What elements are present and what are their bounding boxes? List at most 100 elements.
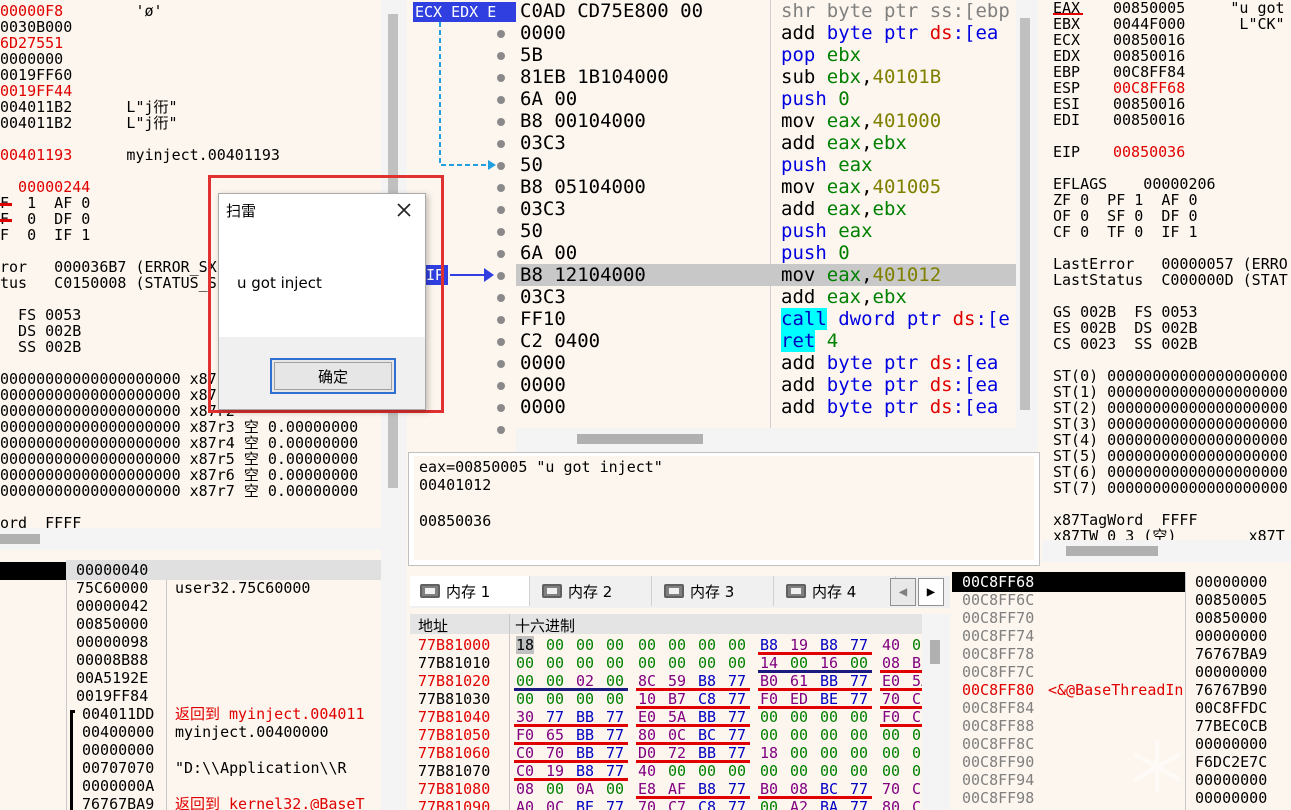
memory-byte[interactable]: 40 <box>638 762 656 780</box>
stack-address[interactable]: 00C8FF94 <box>962 772 1034 788</box>
breakpoint-dot[interactable] <box>497 316 505 324</box>
stack-value[interactable]: 00000042 <box>76 598 148 614</box>
breakpoint-dot[interactable] <box>497 96 505 104</box>
disasm-row[interactable]: 6A 00 push 0 <box>516 242 1016 264</box>
tab-next-icon[interactable]: ▶ <box>918 578 944 606</box>
breakpoint-dot[interactable] <box>497 338 505 346</box>
disasm-row[interactable]: FF10 call dword ptr ds:[e <box>516 308 1016 330</box>
memory-byte[interactable]: 00 <box>698 762 716 780</box>
breakpoint-dot[interactable] <box>497 118 505 126</box>
memory-byte[interactable]: 00 <box>728 654 746 672</box>
memory-byte[interactable]: 00 <box>850 744 868 762</box>
stack-address[interactable]: 00C8FF90 <box>962 754 1034 770</box>
dialog-titlebar[interactable]: 扫雷 <box>219 194 425 226</box>
stack-address[interactable]: 00C8FF6C <box>962 592 1034 608</box>
disasm-row[interactable]: 03C3 add eax,ebx <box>516 198 1016 220</box>
stack-value[interactable]: 00A5192E <box>76 670 148 686</box>
memory-byte[interactable]: 00 <box>546 636 564 654</box>
stack-value[interactable]: 0019FF84 <box>76 688 148 704</box>
memory-byte[interactable]: 00 <box>546 690 564 708</box>
memory-byte[interactable]: 00 <box>516 690 534 708</box>
memory-byte[interactable]: 00 <box>546 654 564 672</box>
memory-tab-4[interactable]: 内存 4 <box>776 576 896 606</box>
register-row[interactable]: EBP 00C8FF84 <box>1053 64 1185 80</box>
memory-byte[interactable]: 00 <box>638 636 656 654</box>
disasm-row[interactable]: 81EB 1B104000 sub ebx,40101B <box>516 66 1016 88</box>
stack-value[interactable]: 76767BA9 <box>1195 646 1267 662</box>
breakpoint-dot[interactable] <box>497 294 505 302</box>
stack-address[interactable]: 00C8FF88 <box>962 718 1034 734</box>
register-row[interactable]: ESI 00850016 <box>1053 96 1185 112</box>
disasm-row[interactable]: 5B pop ebx <box>516 44 1016 66</box>
stack-value[interactable]: 00850000 <box>1195 610 1267 626</box>
memory-byte[interactable]: 00 <box>668 762 686 780</box>
memory-byte[interactable]: 00 <box>790 762 808 780</box>
register-row[interactable]: EDI 00850016 <box>1053 112 1185 128</box>
disasm-row[interactable]: 0000 add byte ptr ds:[ea <box>516 396 1016 418</box>
register-row[interactable]: EBX 0044F000 L"CK" <box>1053 16 1285 32</box>
breakpoint-dot[interactable] <box>497 404 505 412</box>
memory-byte[interactable]: 00 <box>882 762 900 780</box>
memory-byte[interactable]: 18 <box>516 636 535 654</box>
disasm-row[interactable]: 03C3 add eax,ebx <box>516 132 1016 154</box>
memory-byte[interactable]: 00 <box>576 654 594 672</box>
memory-tab-2[interactable]: 内存 2 <box>532 576 652 606</box>
memory-byte[interactable]: 00 <box>516 654 534 672</box>
disasm-vscroll-thumb[interactable] <box>1020 18 1030 410</box>
stack-value[interactable]: 00707070 <box>82 760 154 776</box>
breakpoint-dot[interactable] <box>497 74 505 82</box>
memory-byte[interactable]: 77 <box>850 798 868 810</box>
breakpoint-dot[interactable] <box>497 250 505 258</box>
memory-byte[interactable]: 00 <box>790 726 808 744</box>
memory-byte[interactable]: 00 <box>668 654 686 672</box>
memory-byte[interactable]: 00 <box>850 726 868 744</box>
stack-value[interactable]: 00000000 <box>1195 664 1267 680</box>
memory-byte[interactable]: 00 <box>760 762 778 780</box>
memory-byte[interactable]: 00 <box>638 654 656 672</box>
stack-value[interactable]: 00850005 <box>1195 592 1267 608</box>
memory-byte[interactable]: 40 <box>882 636 900 654</box>
breakpoint-dot[interactable] <box>497 426 505 434</box>
memory-byte[interactable]: 00 <box>820 744 838 762</box>
disasm-row[interactable]: B8 00104000 mov eax,401000 <box>516 110 1016 132</box>
memory-byte[interactable]: 00 <box>698 636 716 654</box>
memory-byte[interactable]: 00 <box>606 780 624 798</box>
memory-byte[interactable]: 00 <box>850 708 868 726</box>
memory-byte[interactable]: 00 <box>820 762 838 780</box>
stack-address[interactable]: 00C8FF68 <box>962 574 1034 590</box>
stack-value[interactable]: 00000000 <box>1195 736 1267 752</box>
memory-byte[interactable]: 00 <box>760 798 778 810</box>
stack-address[interactable]: 00C8FF84 <box>962 700 1034 716</box>
stack-address[interactable]: 00C8FF98 <box>962 790 1034 806</box>
disasm-row[interactable]: B8 05104000 mov eax,401005 <box>516 176 1016 198</box>
disasm-row[interactable]: 50 push eax <box>516 220 1016 242</box>
memory-byte[interactable]: 08 <box>516 780 534 798</box>
memory-byte[interactable]: 00 <box>790 708 808 726</box>
memory-byte[interactable]: 00 <box>820 708 838 726</box>
stack-address[interactable]: 00C8FF7C <box>962 664 1034 680</box>
register-row[interactable] <box>1053 128 1113 144</box>
memory-byte[interactable]: 18 <box>760 744 778 762</box>
disasm-row[interactable]: 0000 add byte ptr ds:[ea <box>516 22 1016 44</box>
register-hscroll-thumb[interactable] <box>1066 546 1158 556</box>
breakpoint-dot[interactable] <box>497 228 505 236</box>
disasm-row[interactable]: 6A 00 push 0 <box>516 88 1016 110</box>
stack-value[interactable]: 00000000 <box>1195 772 1267 788</box>
breakpoint-dot[interactable] <box>497 382 505 390</box>
stack-value[interactable]: F6DC2E7C <box>1195 754 1267 770</box>
stack-address[interactable]: 00C8FF78 <box>962 646 1034 662</box>
memory-row[interactable]: 77B81070C019B87740000000000000000000 <box>410 762 930 780</box>
tab-prev-icon[interactable]: ◀ <box>890 578 916 606</box>
breakpoint-dot[interactable] <box>497 30 505 38</box>
breakpoint-dot[interactable] <box>497 162 505 170</box>
disasm-view[interactable]: C0AD CD75E800 00 shr byte ptr ss:[ebp 0000… <box>516 0 1016 428</box>
memory-byte[interactable]: 00 <box>576 690 594 708</box>
stack-value[interactable]: 00C8FFDC <box>1195 700 1267 716</box>
dialog-close-button[interactable] <box>389 196 419 224</box>
stack-value[interactable]: 0000000A <box>82 778 154 794</box>
stack-value[interactable]: 00000098 <box>76 634 148 650</box>
ok-button[interactable]: 确定 <box>270 358 396 394</box>
stack-value[interactable]: 77BEC0CB <box>1195 718 1267 734</box>
memory-byte[interactable]: BA <box>820 798 838 810</box>
disasm-hscroll-thumb[interactable] <box>577 434 703 444</box>
